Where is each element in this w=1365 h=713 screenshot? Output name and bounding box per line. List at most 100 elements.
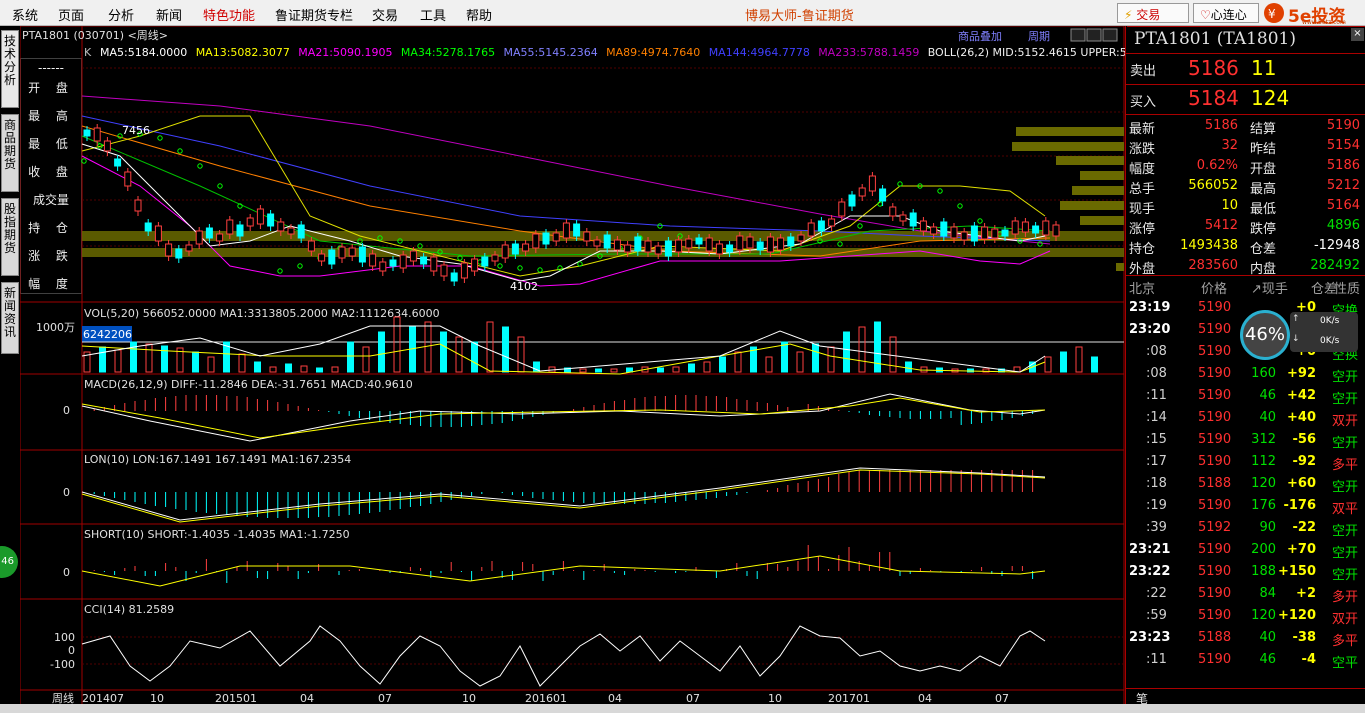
ask-price: 5186 (1188, 56, 1239, 80)
volume-bar (1075, 346, 1083, 373)
ma-label: BOLL(26,2) MID:5152.4615 UPPER:5516 (928, 46, 1125, 59)
volume-bar (579, 368, 587, 373)
sar-dot (497, 263, 503, 269)
trade-button[interactable]: ⚡ 交易 (1117, 3, 1189, 23)
candle (960, 231, 968, 241)
quote-row: 持仓 1493438 仓差 -12948 (1129, 238, 1360, 257)
volume-bar (347, 341, 354, 373)
candle (165, 243, 173, 257)
svg-text:0: 0 (63, 404, 70, 417)
menu-news[interactable]: 新闻 (156, 5, 182, 24)
ma-label: MA5:5184.0000 (100, 46, 187, 59)
tab-news[interactable]: 新闻资讯 (1, 282, 19, 354)
tick-row[interactable]: :11 5190 46 +42 空开 (1126, 386, 1365, 408)
candle (338, 246, 346, 259)
ma-label: K (84, 46, 92, 59)
candle (216, 233, 224, 242)
menu-page[interactable]: 页面 (58, 5, 84, 24)
tick-row[interactable]: :08 5190 160 +92 空开 (1126, 364, 1365, 386)
macd-header: MACD(26,12,9) DIFF:-11.2846 DEA:-31.7651… (84, 378, 413, 391)
kline-chart[interactable]: PTA1801 (030701) <周线> K MA5:5184.0000 MA13… (20, 26, 1125, 713)
ma-legend: K MA5:5184.0000 MA13:5082.3077 MA21:5090.19… (84, 46, 1125, 59)
candle (950, 226, 958, 239)
candle (817, 220, 825, 232)
volume-bar (781, 341, 788, 373)
short-header: SHORT(10) SHORT:-1.4035 -1.4035 MA1:-1.7… (84, 528, 350, 541)
menu-special[interactable]: 特色功能 (203, 5, 255, 24)
tab-index-futures[interactable]: 股指期货 (1, 198, 19, 276)
volume-bar (285, 363, 292, 373)
candle (736, 235, 744, 251)
candle (940, 221, 948, 237)
tick-row[interactable]: :17 5190 112 -92 多平 (1126, 452, 1365, 474)
volume-bar (595, 368, 602, 373)
volume-bar (719, 356, 726, 373)
sar-dot (857, 223, 863, 229)
tick-row[interactable]: 23:23 5188 40 -38 多平 (1126, 628, 1365, 650)
close-icon[interactable]: × (1351, 28, 1364, 41)
candle (848, 194, 856, 207)
volume-bar (688, 363, 695, 373)
tab-technical[interactable]: 技术分析 (1, 30, 19, 108)
lon-header: LON(10) LON:167.1491 167.1491 MA1:167.23… (84, 453, 351, 466)
candle (777, 237, 785, 251)
candle (930, 226, 938, 235)
menu-analysis[interactable]: 分析 (108, 5, 134, 24)
menu-system[interactable]: 系统 (12, 5, 38, 24)
volume-bar (316, 367, 323, 373)
quote-row: 幅度 0.62% 开盘 5186 (1129, 158, 1360, 177)
candle (562, 222, 570, 239)
candle (93, 127, 101, 142)
volume-bar (796, 351, 804, 373)
candle (889, 206, 897, 217)
tick-row[interactable]: 23:22 5190 188 +150 空开 (1126, 562, 1365, 584)
overlay-commodity-link[interactable]: 商品叠加 (958, 29, 1002, 43)
candle (307, 240, 315, 252)
candle (991, 228, 999, 239)
candle (1021, 221, 1029, 233)
tab-commodity[interactable]: 商品期货 (1, 114, 19, 192)
candle (552, 232, 560, 242)
period-link[interactable]: 周期 (1028, 30, 1050, 43)
menu-tools[interactable]: 工具 (420, 5, 446, 24)
menu-luzheng[interactable]: 鲁证期货专栏 (275, 5, 353, 24)
tick-col-header: 价格 (1201, 282, 1228, 297)
volume-bar (812, 343, 819, 373)
nav-arrows[interactable] (1070, 28, 1118, 42)
tick-row[interactable]: 23:21 5190 200 +70 空开 (1126, 540, 1365, 562)
sar-dot (977, 218, 983, 224)
heart-icon: ♡ (1200, 8, 1211, 22)
candle (134, 199, 142, 212)
candle (644, 240, 652, 253)
svg-text:0: 0 (63, 566, 70, 579)
candle (348, 247, 356, 257)
tick-row[interactable]: :19 5190 176 -176 双平 (1126, 496, 1365, 518)
candle (124, 171, 132, 187)
candle (409, 250, 417, 262)
float-badge[interactable]: 46 (0, 546, 18, 578)
tick-row[interactable]: :18 5188 120 +60 空开 (1126, 474, 1365, 496)
tick-row[interactable]: :14 5190 40 +40 双开 (1126, 408, 1365, 430)
tick-row[interactable]: :59 5190 120 +120 双开 (1126, 606, 1365, 628)
svg-text:0: 0 (68, 644, 75, 657)
menu-trade[interactable]: 交易 (372, 5, 398, 24)
candle (297, 224, 305, 239)
period-label: 周线 (52, 691, 74, 705)
ma-label: MA13:5082.3077 (196, 46, 290, 59)
cci-header: CCI(14) 81.2589 (84, 603, 174, 616)
quote-row: 最新 5186 结算 5190 (1129, 118, 1360, 137)
volume-bar (1060, 351, 1067, 373)
tick-row[interactable]: :15 5190 312 -56 空开 (1126, 430, 1365, 452)
tick-row[interactable]: :39 5192 90 -22 空开 (1126, 518, 1365, 540)
candle (511, 243, 519, 255)
menu-help[interactable]: 帮助 (466, 5, 492, 24)
tick-row[interactable]: :11 5190 46 -4 空平 (1126, 650, 1365, 672)
quote-row: 涨跌 32 昨结 5154 (1129, 138, 1360, 157)
tick-row[interactable]: :22 5190 84 +2 多开 (1126, 584, 1365, 606)
candle (195, 230, 203, 245)
candle (838, 201, 846, 217)
candle (246, 217, 254, 227)
heart-button[interactable]: ♡心连心 (1193, 3, 1259, 23)
svg-text:¥: ¥ (1268, 7, 1276, 21)
volume-bar (610, 368, 618, 373)
